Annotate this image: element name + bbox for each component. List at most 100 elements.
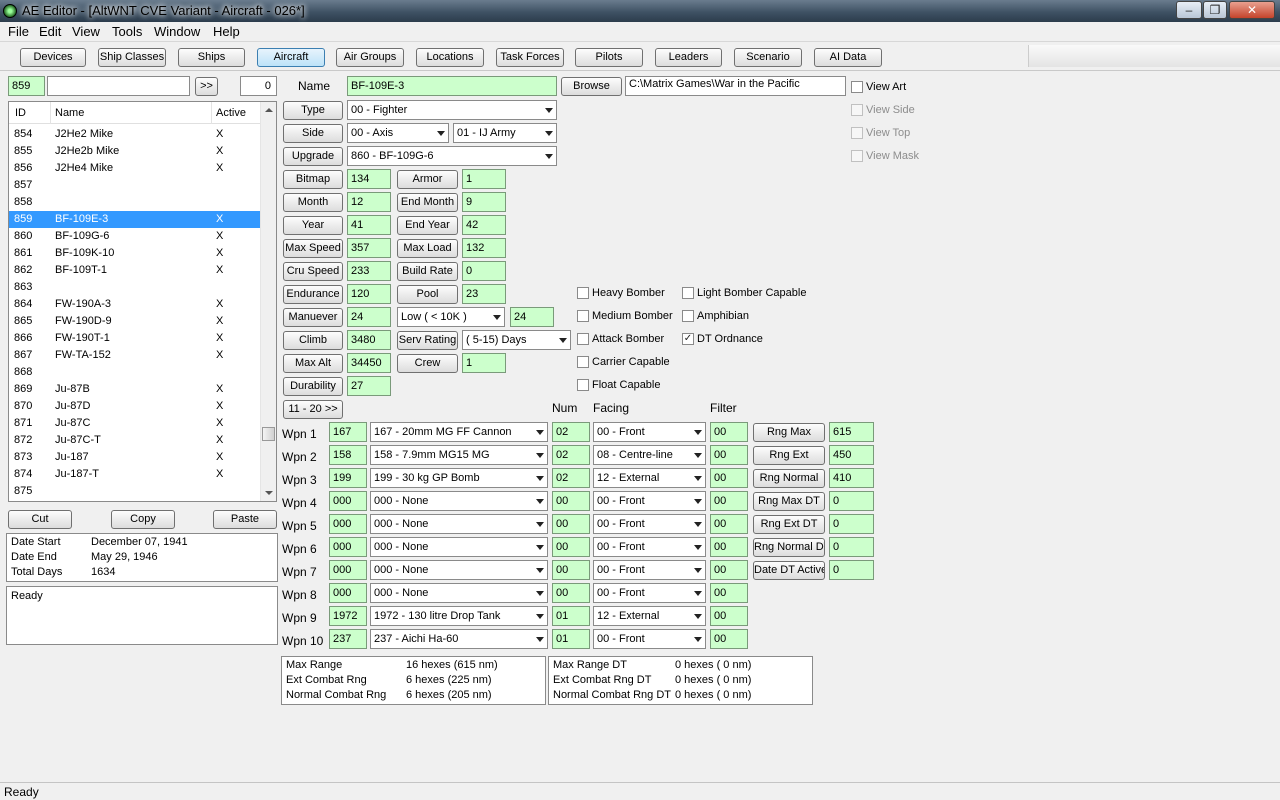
capability-checkbox[interactable] — [682, 310, 694, 322]
capability-checkbox[interactable] — [577, 310, 589, 322]
weapon-num-field[interactable]: 02 — [552, 422, 590, 442]
max-speed-field[interactable]: 357 — [347, 238, 391, 258]
list-item[interactable]: 858 — [9, 194, 262, 211]
cruise-speed-button[interactable]: Cru Speed — [283, 262, 343, 281]
list-item[interactable]: 874 Ju-187-T X — [9, 466, 262, 483]
altitude-band-select[interactable]: Low ( < 10K ) — [397, 307, 505, 327]
menu-view[interactable]: View — [72, 24, 100, 39]
type-button[interactable]: Type — [283, 101, 343, 120]
id-search-field[interactable]: 859 — [8, 76, 45, 96]
view-option-checkbox[interactable] — [851, 150, 863, 162]
range-field[interactable]: 0 — [829, 560, 874, 580]
weapon-num-field[interactable]: 00 — [552, 537, 590, 557]
weapon-id-field[interactable]: 000 — [329, 560, 367, 580]
weapon-device-select[interactable]: 000 - None — [370, 491, 548, 511]
range-field[interactable]: 0 — [829, 491, 874, 511]
manuever-button[interactable]: Manuever — [283, 308, 343, 327]
air-groups-button[interactable]: Air Groups — [336, 48, 404, 67]
weapon-num-field[interactable]: 01 — [552, 606, 590, 626]
view-option-checkbox[interactable] — [851, 104, 863, 116]
upgrade-button[interactable]: Upgrade — [283, 147, 343, 166]
weapon-id-field[interactable]: 237 — [329, 629, 367, 649]
list-item[interactable]: 871 Ju-87C X — [9, 415, 262, 432]
weapon-filter-field[interactable]: 00 — [710, 514, 748, 534]
range-button[interactable]: Rng Max DT — [753, 492, 825, 511]
range-button[interactable]: Rng Max — [753, 423, 825, 442]
weapon-filter-field[interactable]: 00 — [710, 422, 748, 442]
weapon-facing-select[interactable]: 00 - Front — [593, 491, 706, 511]
weapon-id-field[interactable]: 000 — [329, 537, 367, 557]
weapon-num-field[interactable]: 02 — [552, 445, 590, 465]
max-load-button[interactable]: Max Load — [397, 239, 458, 258]
weapon-device-select[interactable]: 000 - None — [370, 560, 548, 580]
list-item[interactable]: 860 BF-109G-6 X — [9, 228, 262, 245]
menu-tools[interactable]: Tools — [112, 24, 142, 39]
list-item[interactable]: 870 Ju-87D X — [9, 398, 262, 415]
upgrade-select[interactable]: 860 - BF-109G-6 — [347, 146, 557, 166]
weapon-filter-field[interactable]: 00 — [710, 468, 748, 488]
manuever-field[interactable]: 24 — [347, 307, 391, 327]
browse-button[interactable]: Browse — [561, 77, 622, 96]
maximize-button[interactable]: ❐ — [1203, 1, 1227, 19]
weapon-device-select[interactable]: 000 - None — [370, 514, 548, 534]
list-item[interactable]: 873 Ju-187 X — [9, 449, 262, 466]
list-item[interactable]: 854 J2He2 Mike X — [9, 126, 262, 143]
weapon-facing-select[interactable]: 00 - Front — [593, 629, 706, 649]
aircraft-button[interactable]: Aircraft — [257, 48, 325, 67]
weapon-id-field[interactable]: 158 — [329, 445, 367, 465]
weapon-device-select[interactable]: 000 - None — [370, 583, 548, 603]
weapon-id-field[interactable]: 199 — [329, 468, 367, 488]
devices-button[interactable]: Devices — [20, 48, 86, 67]
list-item[interactable]: 868 — [9, 364, 262, 381]
list-item[interactable]: 857 — [9, 177, 262, 194]
weapon-filter-field[interactable]: 00 — [710, 445, 748, 465]
range-field[interactable]: 615 — [829, 422, 874, 442]
weapon-facing-select[interactable]: 00 - Front — [593, 514, 706, 534]
altitude-band-manuever-field[interactable]: 24 — [510, 307, 554, 327]
service-select[interactable]: 01 - IJ Army — [453, 123, 557, 143]
list-item[interactable]: 866 FW-190T-1 X — [9, 330, 262, 347]
weapon-id-field[interactable]: 000 — [329, 491, 367, 511]
art-path-field[interactable]: C:\Matrix Games\War in the Pacific — [625, 76, 846, 96]
weapon-num-field[interactable]: 00 — [552, 583, 590, 603]
max-alt-field[interactable]: 34450 — [347, 353, 391, 373]
list-item[interactable]: 859 BF-109E-3 X — [9, 211, 262, 228]
range-button[interactable]: Date DT Active — [753, 561, 825, 580]
paste-button[interactable]: Paste — [213, 510, 277, 529]
endurance-field[interactable]: 120 — [347, 284, 391, 304]
find-next-button[interactable]: >> — [195, 77, 218, 96]
list-item[interactable]: 855 J2He2b Mike X — [9, 143, 262, 160]
max-load-field[interactable]: 132 — [462, 238, 506, 258]
weapon-filter-field[interactable]: 00 — [710, 560, 748, 580]
menu-window[interactable]: Window — [154, 24, 200, 39]
weapon-filter-field[interactable]: 00 — [710, 606, 748, 626]
weapon-facing-select[interactable]: 12 - External — [593, 606, 706, 626]
weapon-num-field[interactable]: 00 — [552, 491, 590, 511]
end-month-button[interactable]: End Month — [397, 193, 458, 212]
year-field[interactable]: 41 — [347, 215, 391, 235]
pool-button[interactable]: Pool — [397, 285, 458, 304]
range-field[interactable]: 0 — [829, 537, 874, 557]
list-item[interactable]: 861 BF-109K-10 X — [9, 245, 262, 262]
range-field[interactable]: 450 — [829, 445, 874, 465]
list-item[interactable]: 856 J2He4 Mike X — [9, 160, 262, 177]
armor-button[interactable]: Armor — [397, 170, 458, 189]
capability-checkbox[interactable] — [682, 287, 694, 299]
ai-data-button[interactable]: AI Data — [814, 48, 882, 67]
weapon-id-field[interactable]: 167 — [329, 422, 367, 442]
weapon-facing-select[interactable]: 00 - Front — [593, 422, 706, 442]
year-button[interactable]: Year — [283, 216, 343, 235]
armor-field[interactable]: 1 — [462, 169, 506, 189]
column-id[interactable]: ID — [15, 107, 26, 119]
capability-checkbox[interactable] — [577, 333, 589, 345]
range-button[interactable]: Rng Normal — [753, 469, 825, 488]
scroll-down-icon[interactable] — [265, 491, 273, 495]
weapon-id-field[interactable]: 000 — [329, 514, 367, 534]
month-field[interactable]: 12 — [347, 192, 391, 212]
weapon-device-select[interactable]: 158 - 7.9mm MG15 MG — [370, 445, 548, 465]
cruise-speed-field[interactable]: 233 — [347, 261, 391, 281]
climb-field[interactable]: 3480 — [347, 330, 391, 350]
range-button[interactable]: Rng Ext — [753, 446, 825, 465]
view-option-checkbox[interactable] — [851, 127, 863, 139]
cut-button[interactable]: Cut — [8, 510, 72, 529]
